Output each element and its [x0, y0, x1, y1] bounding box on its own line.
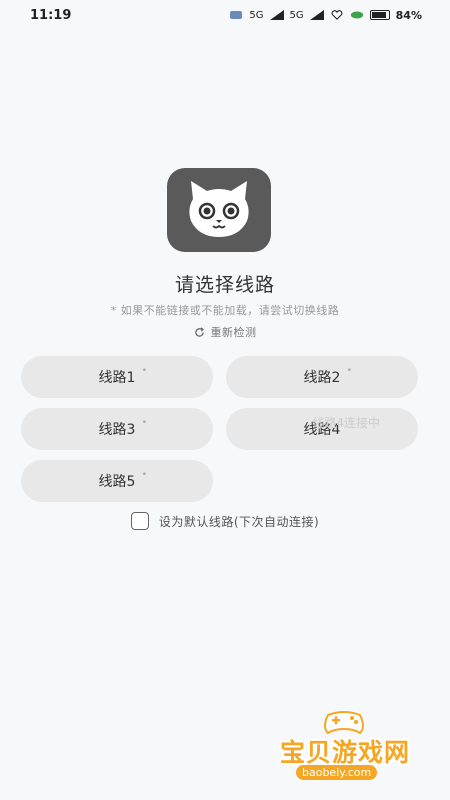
- route-3-button[interactable]: 线路3 •: [21, 408, 213, 450]
- status-icons: 5G 5G 84%: [229, 9, 422, 22]
- battery-level: 84%: [395, 8, 422, 22]
- refresh-icon: [194, 326, 204, 337]
- wifi-icon: [350, 11, 363, 19]
- route-5-indicator: •: [141, 470, 147, 480]
- heart-icon: [331, 10, 343, 20]
- signal-icon: [269, 10, 284, 20]
- hint-text: * 如果不能链接或不能加载，请尝试切换线路: [110, 304, 340, 317]
- notification-icon: [230, 11, 243, 19]
- route-5-button[interactable]: 线路5 •: [21, 460, 213, 502]
- status-bar: 11:19 5G 5G 84%: [0, 0, 450, 30]
- route-4-status: 线路4连接中: [312, 416, 380, 430]
- signal-icon-2: [309, 10, 324, 20]
- watermark-name: 宝贝游戏网: [280, 738, 411, 767]
- retry-link[interactable]: 重新检测: [0, 324, 450, 340]
- route-2-label: 线路2: [303, 370, 341, 386]
- network-label-2: 5G: [289, 9, 304, 21]
- status-time: 11:19: [30, 7, 72, 23]
- page-title: 请选择线路: [174, 274, 275, 296]
- route-1-button[interactable]: 线路1 •: [21, 356, 213, 398]
- cat-face-icon: [189, 181, 249, 237]
- route-1-label: 线路1: [98, 370, 136, 386]
- app-logo: [167, 168, 271, 252]
- default-route-label: 设为默认线路(下次自动连接): [158, 514, 320, 529]
- route-2-indicator: •: [346, 366, 352, 376]
- route-4-button[interactable]: 线路4 线路4连接中: [226, 408, 418, 450]
- default-route-checkbox[interactable]: [130, 512, 149, 530]
- route-3-label: 线路3: [98, 422, 136, 438]
- battery-icon: [369, 10, 390, 20]
- retry-label: 重新检测: [210, 326, 257, 339]
- gamepad-icon: [324, 711, 364, 735]
- route-2-button[interactable]: 线路2 •: [226, 356, 418, 398]
- watermark: 宝贝游戏网 baobeiy.com: [268, 705, 428, 785]
- network-label-1: 5G: [249, 9, 264, 21]
- watermark-url: baobeiy.com: [296, 765, 378, 780]
- route-1-indicator: •: [141, 366, 147, 376]
- route-3-indicator: •: [141, 418, 147, 428]
- route-5-label: 线路5: [98, 474, 136, 490]
- default-route-option[interactable]: 设为默认线路(下次自动连接): [0, 512, 450, 530]
